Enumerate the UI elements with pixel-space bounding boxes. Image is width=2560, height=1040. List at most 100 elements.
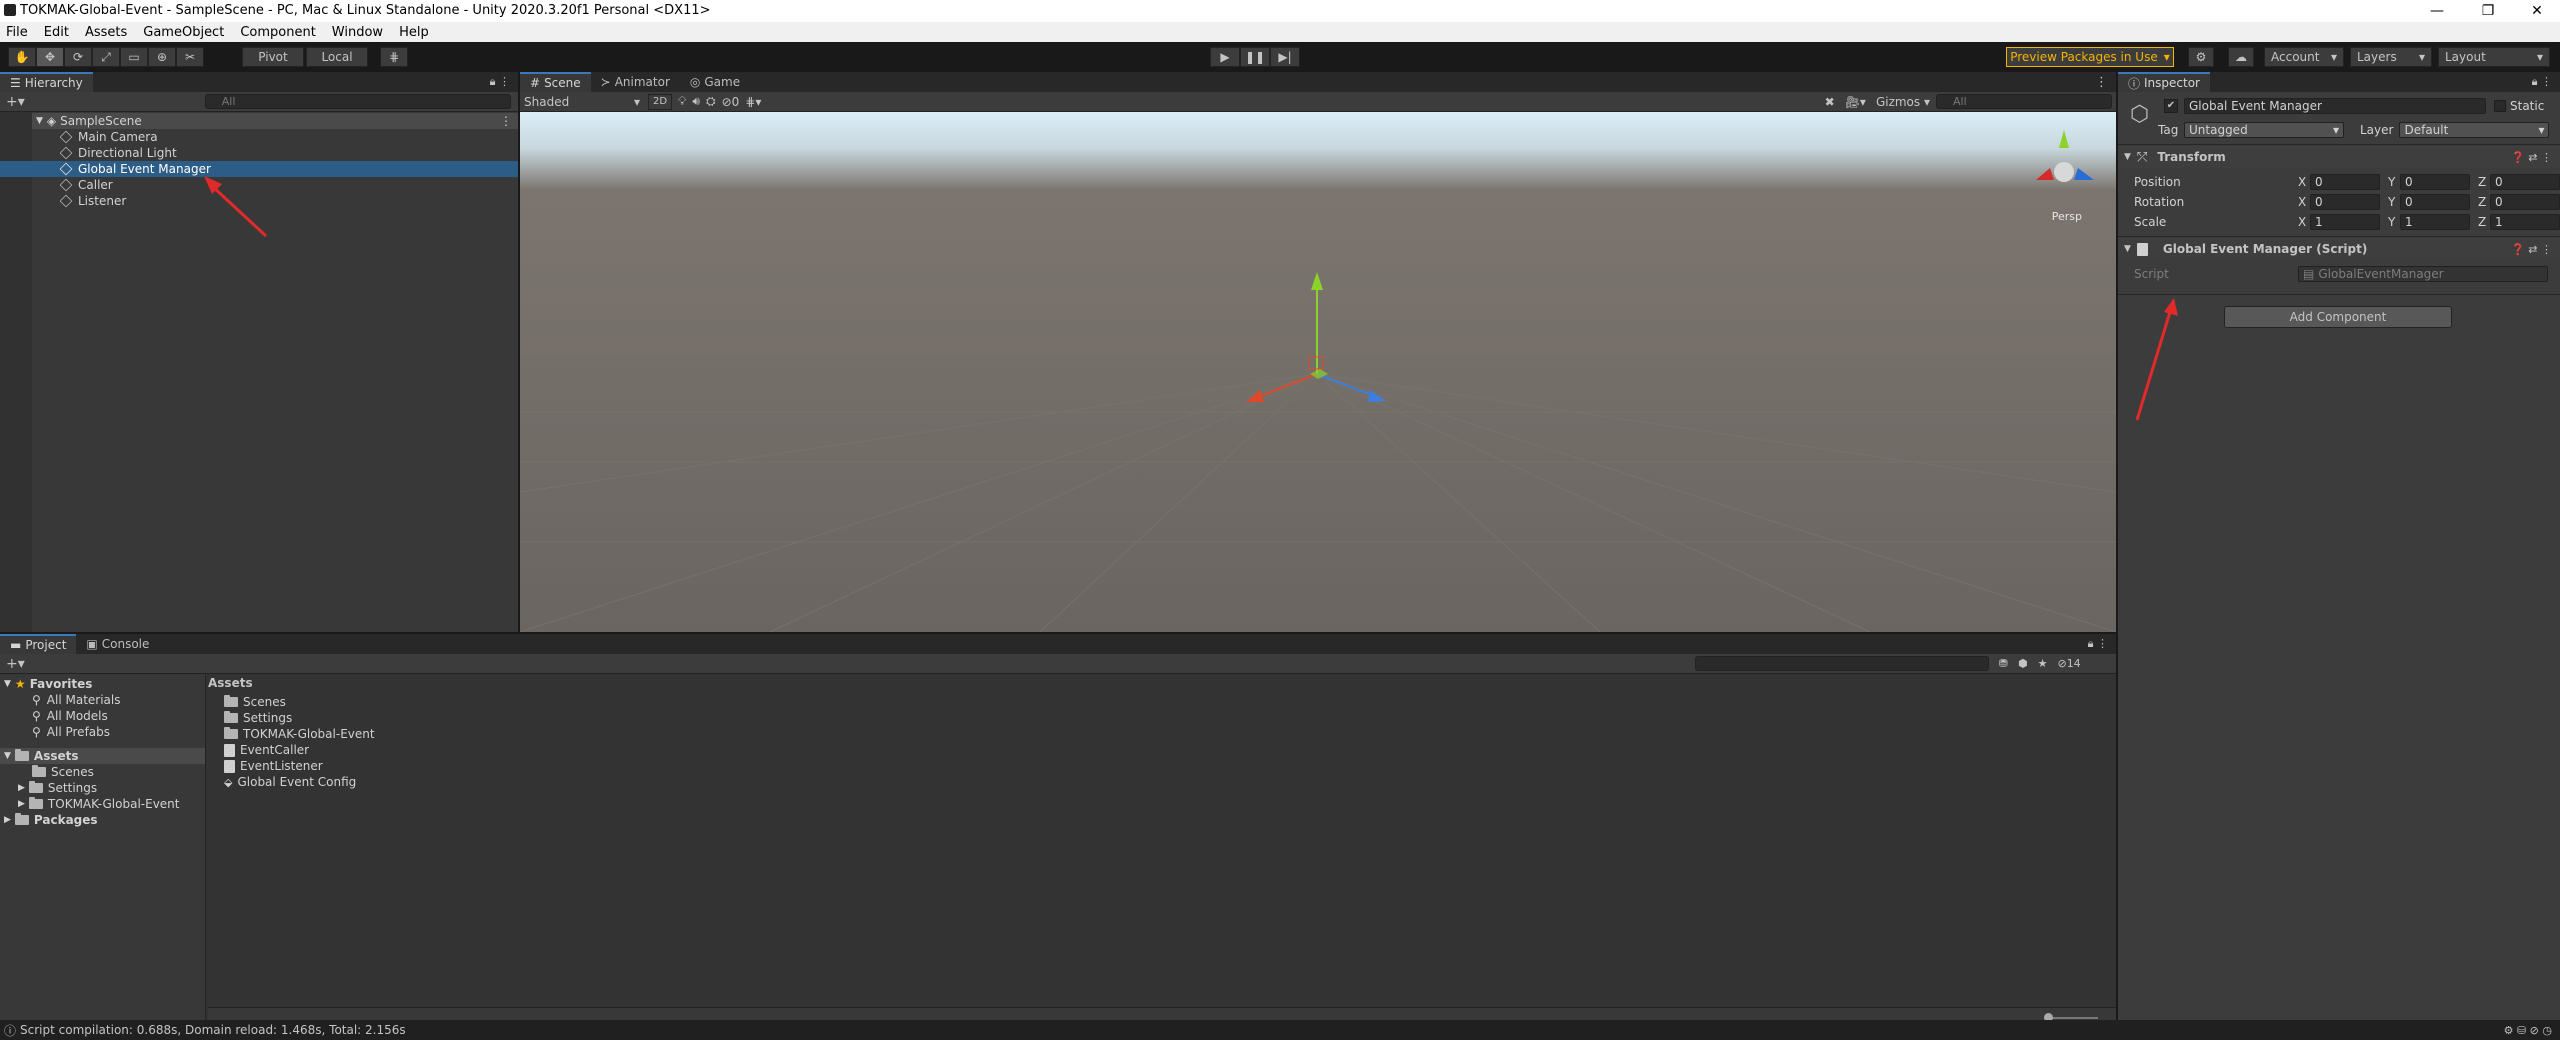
account-dropdown[interactable]: Account ▾ xyxy=(2264,47,2344,67)
play-icon[interactable]: ▶ xyxy=(1210,47,1240,67)
favorite-all-materials[interactable]: ⚲ All Materials xyxy=(0,692,205,708)
position-z-field[interactable]: 0 xyxy=(2490,174,2560,190)
rotation-x-field[interactable]: 0 xyxy=(2310,194,2380,210)
scene-viewport[interactable]: Persp xyxy=(520,112,2116,632)
collab-icon[interactable]: ⚙ xyxy=(2188,47,2214,67)
expand-arrow-icon[interactable]: ▶ xyxy=(4,815,11,825)
rotate-tool-icon[interactable]: ⟳ xyxy=(64,47,92,67)
create-plus-icon[interactable]: +▾ xyxy=(6,94,25,110)
preview-packages-button[interactable]: Preview Packages in Use ▾ xyxy=(2006,47,2174,67)
project-search-input[interactable] xyxy=(1694,656,1989,671)
scale-tool-icon[interactable]: ⤢ xyxy=(92,47,120,67)
menu-file[interactable]: File xyxy=(6,25,28,40)
object-name-field[interactable]: Global Event Manager xyxy=(2184,98,2486,114)
grid-snap-icon[interactable]: ⋕ xyxy=(380,47,408,67)
list-item[interactable]: Scenes xyxy=(224,694,375,710)
menu-help[interactable]: Help xyxy=(399,25,429,40)
grid-icon[interactable]: ⋕▾ xyxy=(745,95,761,109)
packages-row[interactable]: ▶ Packages xyxy=(0,812,205,828)
lock-icon[interactable]: 🔒︎ ⋮ xyxy=(2532,75,2552,89)
scale-y-field[interactable]: 1 xyxy=(2400,214,2470,230)
transform-header[interactable]: ▼ ⤱ Transform ❓ ⇄ ⋮ xyxy=(2118,146,2560,168)
expand-arrow-icon[interactable]: ▼ xyxy=(2124,152,2131,162)
favorite-all-models[interactable]: ⚲ All Models xyxy=(0,708,205,724)
favorites-row[interactable]: ▼ ★ Favorites xyxy=(0,676,205,692)
rotation-y-field[interactable]: 0 xyxy=(2400,194,2470,210)
scene-row[interactable]: ▼ ◈ SampleScene ⋮ xyxy=(32,113,518,129)
filter-type-icon[interactable]: ⛃ xyxy=(1999,657,2008,670)
breadcrumb[interactable]: Assets xyxy=(208,676,253,690)
close-icon[interactable]: ✕ xyxy=(2514,0,2560,22)
expand-arrow-icon[interactable]: ▼ xyxy=(36,116,43,126)
lock-icon[interactable]: 🔒︎ ⋮ xyxy=(2088,637,2108,651)
more-icon[interactable]: ⋮ xyxy=(2095,75,2108,90)
lock-icon[interactable]: 🔒︎ ⋮ xyxy=(490,75,510,89)
lighting-icon[interactable]: 💡︎ xyxy=(678,94,686,109)
minimize-icon[interactable]: — xyxy=(2414,0,2460,22)
pause-icon[interactable]: ❚❚ xyxy=(1240,47,1270,67)
rect-tool-icon[interactable]: ▭ xyxy=(120,47,148,67)
hand-tool-icon[interactable]: ✋ xyxy=(8,47,36,67)
hierarchy-item-caller[interactable]: Caller xyxy=(59,177,113,193)
filter-label-icon[interactable]: ⬢ xyxy=(2018,657,2028,670)
expand-arrow-icon[interactable]: ▶ xyxy=(18,783,25,793)
effects-icon[interactable]: ⛭ xyxy=(706,94,716,109)
hierarchy-item-directional-light[interactable]: Directional Light xyxy=(59,145,177,161)
list-item[interactable]: ⬙ Global Event Config xyxy=(224,774,375,790)
expand-arrow-icon[interactable]: ▼ xyxy=(2124,244,2131,254)
tree-folder-settings[interactable]: ▶ Settings xyxy=(0,780,205,796)
expand-arrow-icon[interactable]: ▶ xyxy=(18,799,25,809)
favorite-all-prefabs[interactable]: ⚲ All Prefabs xyxy=(0,724,205,740)
layout-dropdown[interactable]: Layout ▾ xyxy=(2438,47,2550,67)
maximize-icon[interactable]: ❐ xyxy=(2465,0,2511,22)
active-checkbox[interactable]: ✔ xyxy=(2164,99,2178,113)
script-component-header[interactable]: ▼ Global Event Manager (Script) ❓ ⇄ ⋮ xyxy=(2118,238,2560,260)
position-x-field[interactable]: 0 xyxy=(2310,174,2380,190)
tab-inspector[interactable]: ⓘ Inspector xyxy=(2118,72,2210,92)
camera-icon[interactable]: 🎥︎▾ xyxy=(1845,95,1866,109)
tag-dropdown[interactable]: Untagged ▾ xyxy=(2184,122,2344,138)
hierarchy-item-global-event-manager[interactable]: Global Event Manager xyxy=(0,161,518,177)
more-icon[interactable]: ⋮ xyxy=(500,114,512,128)
tab-console[interactable]: ▣ Console xyxy=(76,634,159,654)
status-icons[interactable]: ⚙ ⛁ ⊘ ◷ xyxy=(2504,1024,2552,1037)
scene-search-input[interactable]: All xyxy=(1936,94,2112,109)
tab-hierarchy[interactable]: ☰ Hierarchy xyxy=(0,72,93,92)
assets-row[interactable]: ▼ Assets xyxy=(0,748,205,764)
tab-animator[interactable]: ≻ Animator xyxy=(591,72,680,92)
static-checkbox[interactable] xyxy=(2494,100,2506,112)
tab-scene[interactable]: # Scene xyxy=(520,72,591,92)
menu-assets[interactable]: Assets xyxy=(85,25,127,40)
menu-window[interactable]: Window xyxy=(332,25,383,40)
gizmos-dropdown[interactable]: Gizmos ▾ xyxy=(1876,95,1930,109)
hierarchy-search-input[interactable]: All xyxy=(204,94,511,109)
tree-folder-tokmak[interactable]: ▶ TOKMAK-Global-Event xyxy=(0,796,205,812)
component-menu-icons[interactable]: ❓ ⇄ ⋮ xyxy=(2511,151,2552,164)
scale-x-field[interactable]: 1 xyxy=(2310,214,2380,230)
layer-dropdown[interactable]: Default ▾ xyxy=(2399,122,2550,138)
tools-icon[interactable]: ✖ xyxy=(1825,95,1835,109)
position-y-field[interactable]: 0 xyxy=(2400,174,2470,190)
favorite-star-icon[interactable]: ★ xyxy=(2038,657,2048,670)
expand-arrow-icon[interactable]: ▼ xyxy=(4,751,11,761)
list-item[interactable]: Settings xyxy=(224,710,375,726)
create-plus-icon[interactable]: +▾ xyxy=(6,656,25,672)
menu-component[interactable]: Component xyxy=(240,25,315,40)
menu-gameobject[interactable]: GameObject xyxy=(143,25,224,40)
pivot-button[interactable]: Pivot xyxy=(242,47,304,67)
tab-project[interactable]: ▬ Project xyxy=(0,634,77,654)
local-button[interactable]: Local xyxy=(306,47,368,67)
scale-z-field[interactable]: 1 xyxy=(2490,214,2560,230)
audio-icon[interactable]: 🔊︎ xyxy=(692,94,700,109)
transform-tool-icon[interactable]: ⊕ xyxy=(148,47,176,67)
custom-tool-icon[interactable]: ✂ xyxy=(176,47,204,67)
menu-edit[interactable]: Edit xyxy=(44,25,69,40)
persp-label[interactable]: Persp xyxy=(2052,210,2082,223)
layers-dropdown[interactable]: Layers ▾ xyxy=(2350,47,2432,67)
2d-toggle[interactable]: 2D xyxy=(648,93,672,110)
hidden-packages-toggle[interactable]: ⊘ 14 xyxy=(2057,657,2080,670)
cloud-icon[interactable]: ☁ xyxy=(2228,47,2254,67)
move-tool-icon[interactable]: ✥ xyxy=(36,47,64,67)
hierarchy-item-main-camera[interactable]: Main Camera xyxy=(59,129,158,145)
list-item[interactable]: TOKMAK-Global-Event xyxy=(224,726,375,742)
